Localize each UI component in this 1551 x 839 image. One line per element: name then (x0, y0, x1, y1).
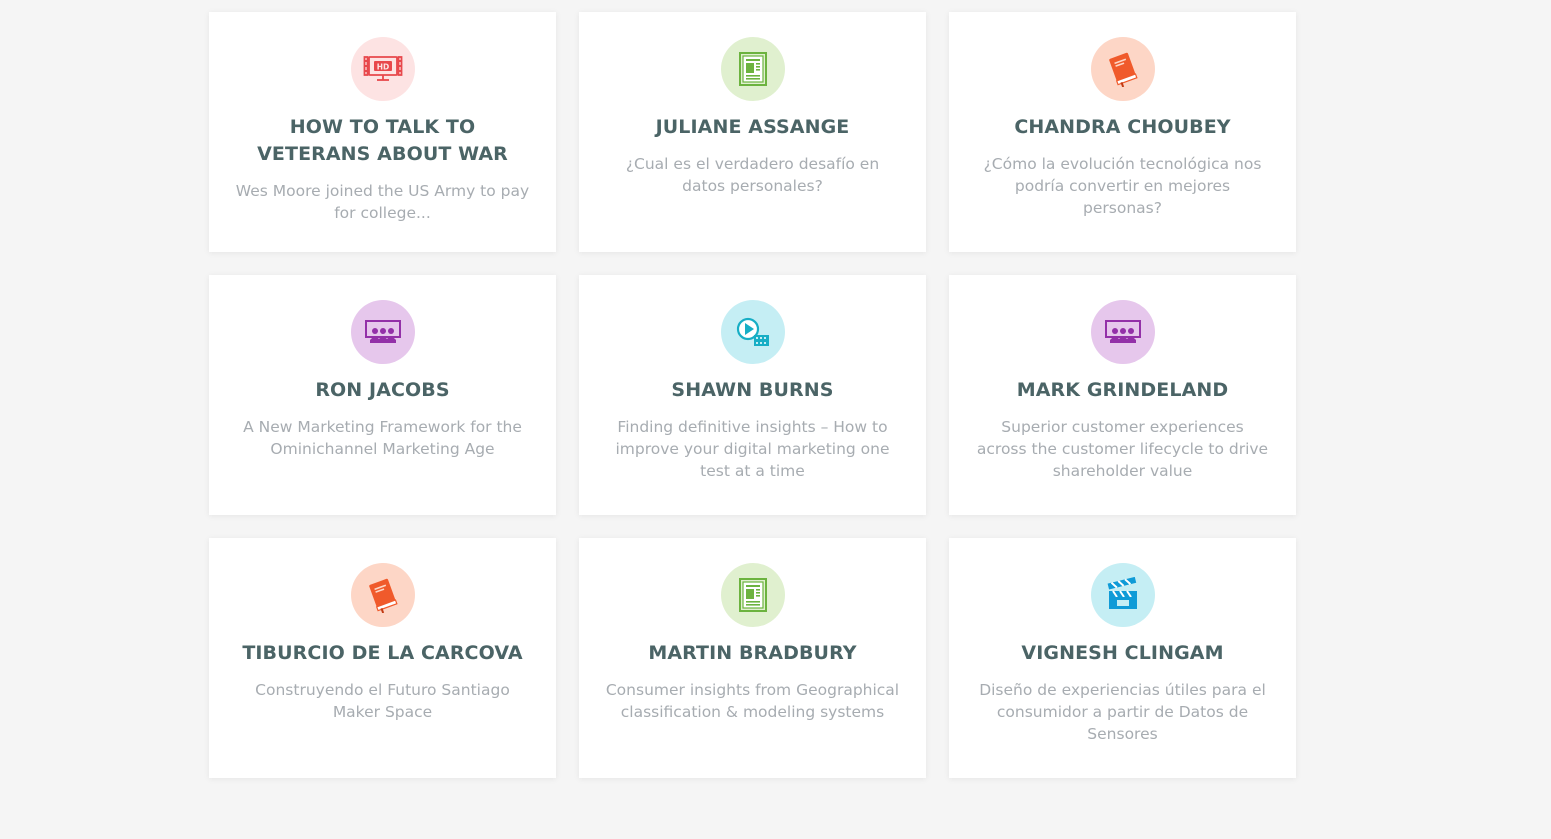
speaker-grid: HD HOW TO TALK TO VETERANS ABOUT WAR Wes… (209, 12, 1296, 778)
card-description: Wes Moore joined the US Army to pay for … (235, 182, 530, 222)
speaker-card[interactable]: TIBURCIO DE LA CARCOVA Construyendo el F… (209, 538, 556, 778)
card-icon-circle (720, 37, 785, 101)
card-title: SHAWN BURNS (671, 379, 834, 401)
card-icon-circle (1090, 563, 1155, 627)
card-icon-circle (720, 563, 785, 627)
card-description: ¿Cómo la evolución tecnológica nos podrí… (983, 155, 1262, 217)
card-title: CHANDRA CHOUBEY (1014, 116, 1231, 138)
audience-icon (364, 318, 402, 346)
card-icon-circle (1090, 37, 1155, 101)
card-icon-circle (1090, 300, 1155, 364)
card-title: HOW TO TALK TO VETERANS ABOUT WAR (257, 116, 508, 165)
audience-icon (1104, 318, 1142, 346)
card-icon-circle (350, 563, 415, 627)
hd-video-icon: HD (363, 54, 403, 84)
book-icon (365, 577, 401, 613)
card-title: JULIANE ASSANGE (655, 116, 850, 138)
card-description: Finding definitive insights – How to imp… (615, 418, 890, 480)
speaker-card[interactable]: CHANDRA CHOUBEY ¿Cómo la evolución tecno… (949, 12, 1296, 252)
clapperboard-icon (1105, 577, 1141, 613)
card-title: TIBURCIO DE LA CARCOVA (242, 642, 523, 664)
book-icon (1105, 51, 1141, 87)
card-description: Construyendo el Futuro Santiago Maker Sp… (255, 681, 510, 721)
speaker-card[interactable]: MARTIN BRADBURY Consumer insights from G… (579, 538, 926, 778)
speaker-card[interactable]: SHAWN BURNS Finding definitive insights … (579, 275, 926, 515)
card-description: Consumer insights from Geographical clas… (605, 681, 900, 721)
speaker-card[interactable]: JULIANE ASSANGE ¿Cual es el verdadero de… (579, 12, 926, 252)
document-icon (737, 51, 769, 87)
card-title: MARTIN BRADBURY (648, 642, 857, 664)
card-description: A New Marketing Framework for the Ominic… (243, 418, 522, 458)
card-icon-circle: HD (350, 37, 415, 101)
card-icon-circle (350, 300, 415, 364)
card-icon-circle (720, 300, 785, 364)
card-description: ¿Cual es el verdadero desafío en datos p… (625, 155, 880, 195)
play-film-icon (733, 315, 773, 349)
card-title: VIGNESH CLINGAM (1021, 642, 1224, 664)
speaker-card[interactable]: MARK GRINDELAND Superior customer experi… (949, 275, 1296, 515)
speaker-card[interactable]: HD HOW TO TALK TO VETERANS ABOUT WAR Wes… (209, 12, 556, 252)
document-icon (737, 577, 769, 613)
svg-text:HD: HD (376, 63, 389, 72)
card-description: Diseño de experiencias útiles para el co… (979, 681, 1266, 743)
card-description: Superior customer experiences across the… (976, 418, 1269, 480)
card-title: RON JACOBS (315, 379, 450, 401)
card-title: MARK GRINDELAND (1016, 379, 1229, 401)
speaker-card[interactable]: VIGNESH CLINGAM Diseño de experiencias ú… (949, 538, 1296, 778)
speaker-card[interactable]: RON JACOBS A New Marketing Framework for… (209, 275, 556, 515)
